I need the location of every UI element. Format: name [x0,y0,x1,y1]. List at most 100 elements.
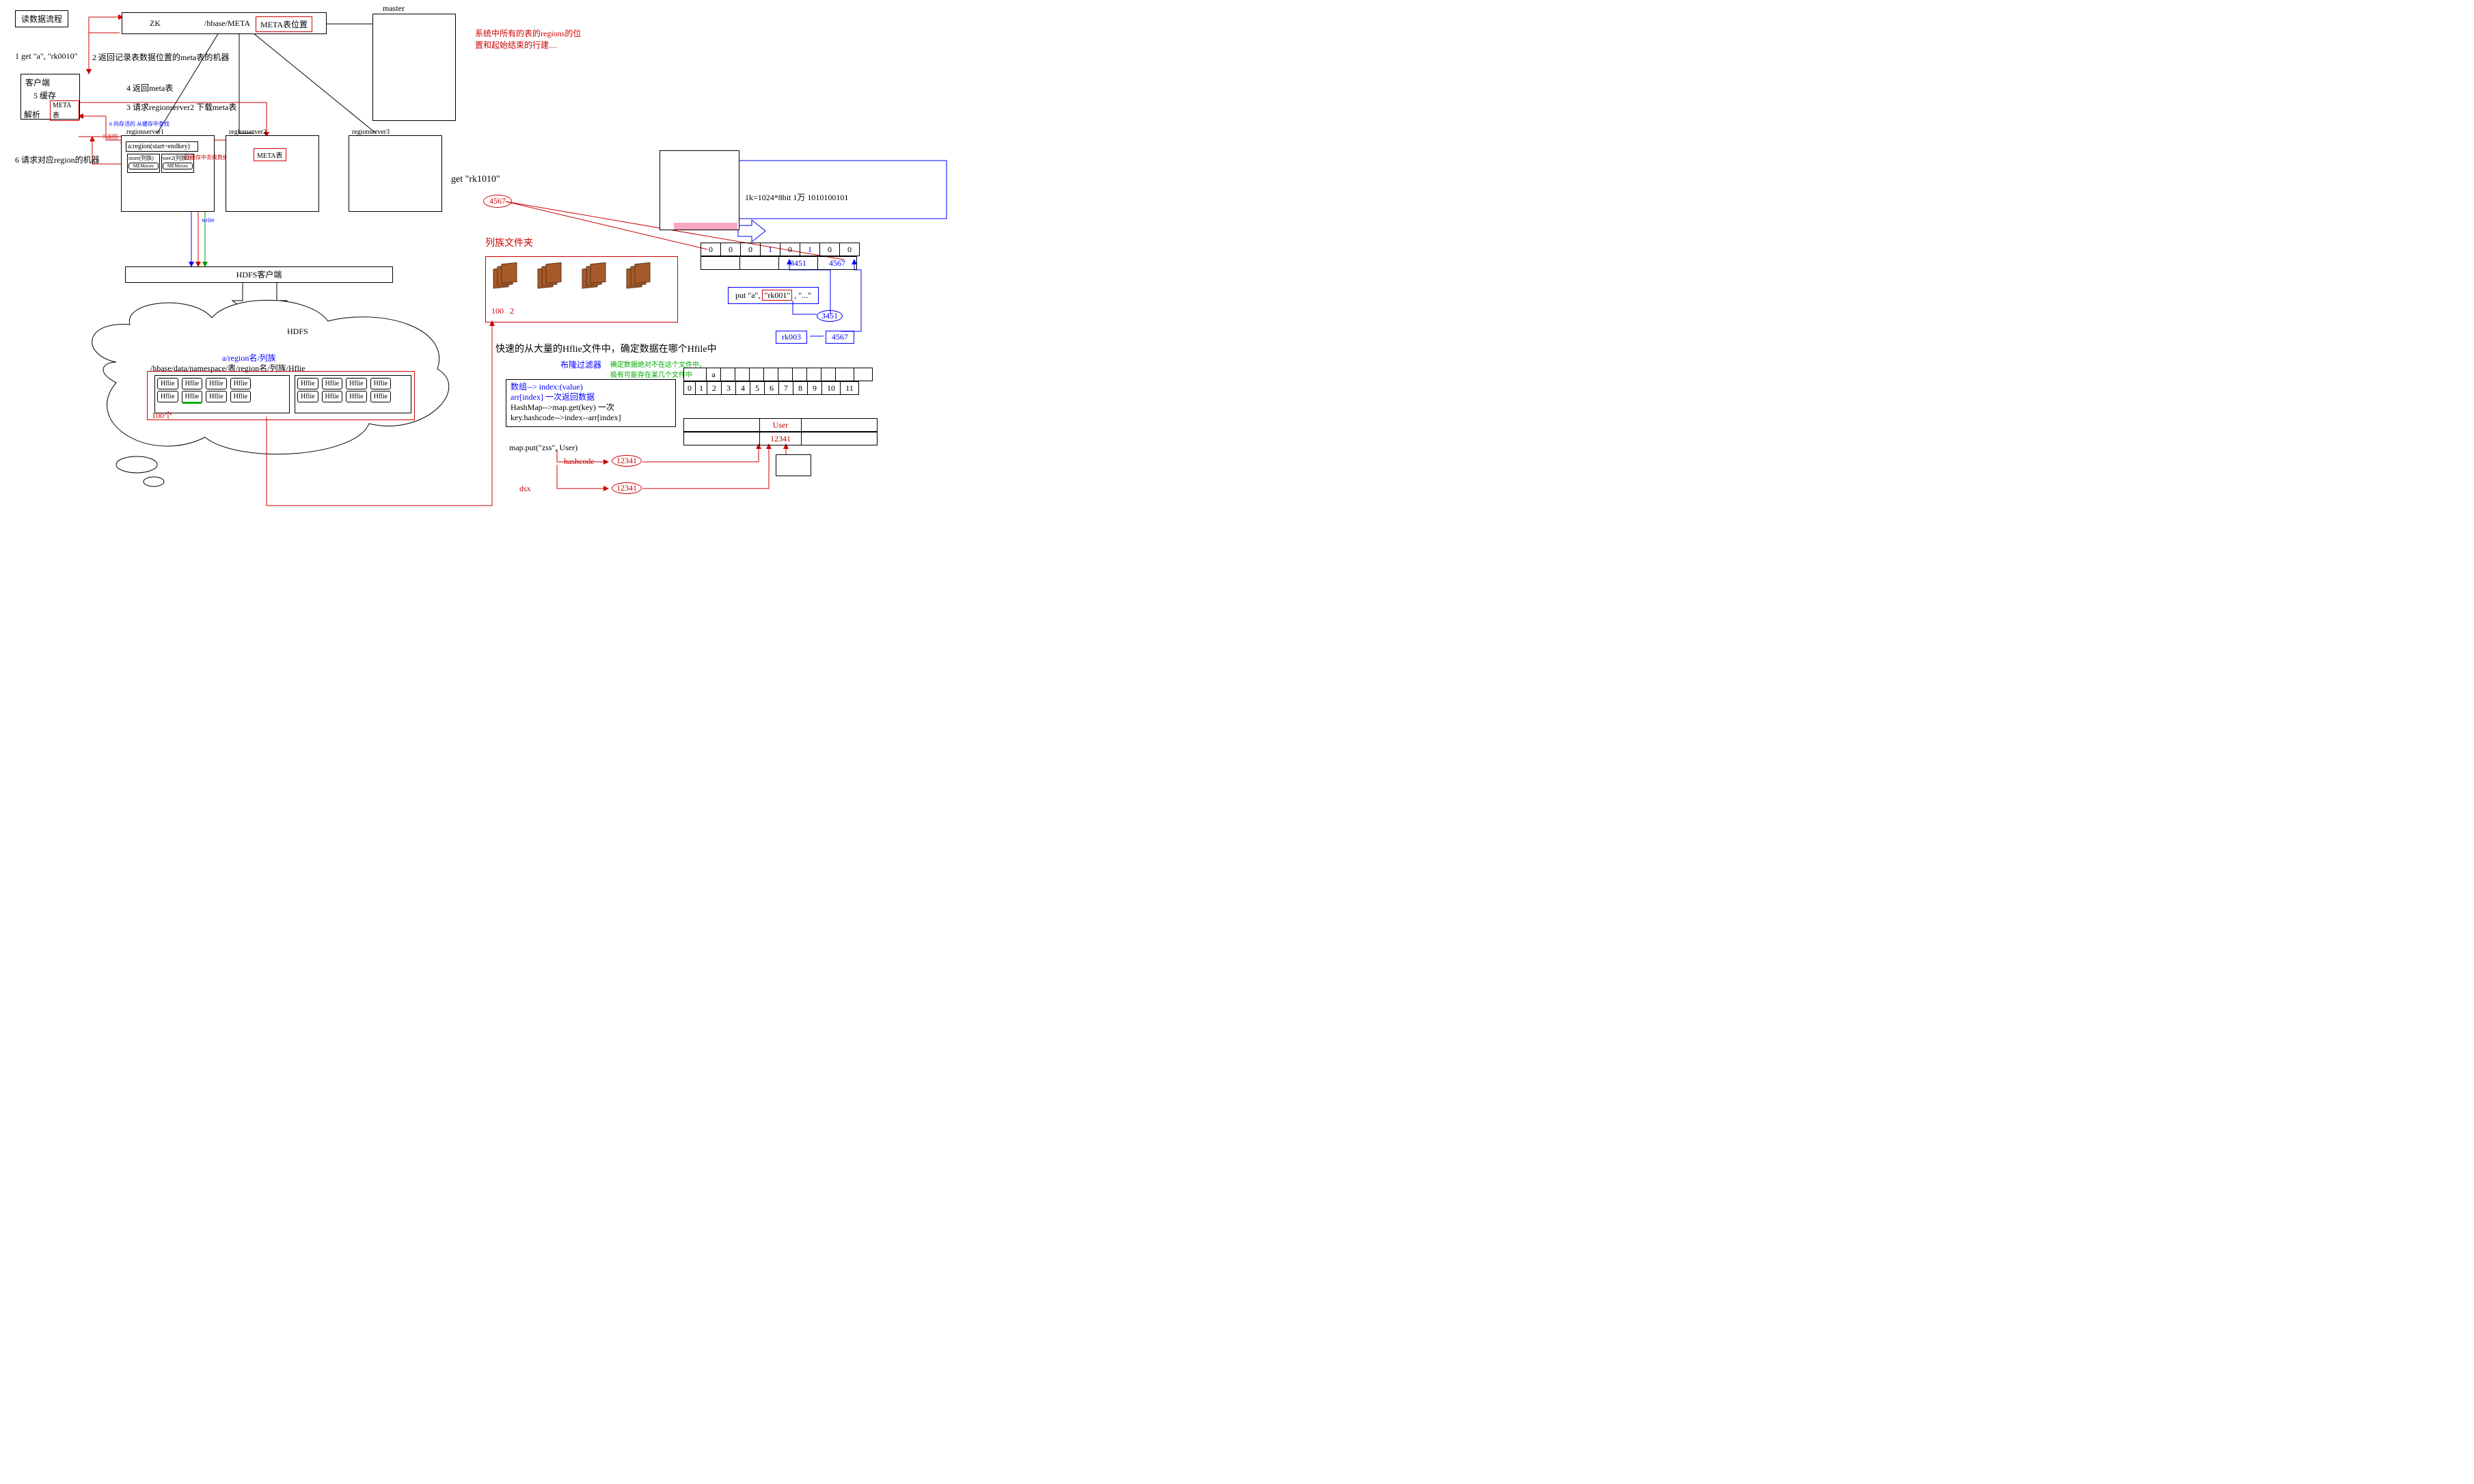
idx: 5 [750,381,765,395]
map-put: map.put("zss", User) [509,443,577,453]
put-box: put "a", "rk001" , "..." [728,287,819,304]
folder-2: 2 [510,306,514,316]
bit-cell: 0 [701,243,721,256]
idx: 4 [735,381,750,395]
hflie-item: Hflie [370,391,392,402]
grid-a: a [706,368,721,381]
hdfs-client-box: HDFS客户端 [125,266,393,283]
step2-label: 2 返回记录表数据位置的meta表的机器 [92,51,229,63]
ds-box: 数组--> index:(value) arr[index] 一次返回数据 Ha… [506,379,676,427]
rs1-mem1: MEMstore [128,163,159,169]
rs1-note2: 7 返回 [103,133,118,141]
bit-4567: 4567 [817,256,857,270]
zk-path: /hbase/META [204,18,250,29]
put-c: , "..." [794,290,811,300]
ellipse-3451: 3451 [817,310,843,322]
rs2-box: META表 [226,135,319,212]
bit-row2: 3451 4567 [701,256,859,270]
hflie-item: Hflie [370,378,392,389]
step1-label: 1 get "a", "rk0010" [15,51,78,61]
ds-l4: key.hashcode-->index--arr[index] [511,413,671,423]
idx: 7 [778,381,793,395]
step4-label: 4 返回meta表 [126,82,173,94]
zk-meta-button[interactable]: META表位置 [256,16,312,32]
step3-label: 3 请求regionserver2 下载meta表 [126,101,236,113]
rs1-store1: store(列族) MEMstore [127,154,160,173]
white-block [660,150,739,230]
client-meta: META表 [50,100,79,121]
index-grid: a 0 1 2 3 4 5 6 7 8 9 10 11 [683,368,872,395]
hflie-item: Hflie [206,391,227,402]
hflie-item: Hflie [346,378,367,389]
n4567-box: 4567 [826,331,854,344]
master-box [372,14,456,121]
bit-cell: 0 [720,243,741,256]
bit-cell: 0 [740,243,761,256]
idx: 0 [683,381,696,395]
idx: 10 [821,381,841,395]
client-cache: 5 缓存 [33,90,56,101]
zk-label: ZK [150,18,161,29]
bit-row1: 0 0 0 1 0 1 0 0 [701,243,859,256]
rs1-note3: 到缓存中去找数据 [185,154,228,161]
idx: 9 [807,381,822,395]
zk-box: ZK /hbase/META META表位置 [122,12,327,34]
idx: 2 [707,381,722,395]
client-title: 客户端 [25,77,50,88]
ellipse-4567: 4567 [483,195,512,208]
bit-cell: 0 [819,243,840,256]
hfile-left: Hflie Hflie Hflie Hflie Hflie Hflie Hfli… [154,375,290,413]
title-box: 读数据流程 [15,10,68,27]
bit-cell: 1 [800,243,820,256]
small-box [776,454,811,476]
step6-label: 6 请求对应region的机器 [15,154,100,165]
hflie-item: Hflie [230,391,252,402]
rs1-box: a:region(start~endkey) store(列族) MEMstor… [121,135,215,212]
client-box: 客户端 5 缓存 META表 解析 [21,74,80,120]
hflie-item: Hflie [322,378,343,389]
hashcode-12341-b: 12341 [612,482,642,494]
rs1-region: a:region(start~endkey) [126,141,198,152]
idx: 6 [764,381,779,395]
rs3-box [349,135,442,212]
hflie-item: Hflie [157,391,178,402]
rs1-note1: 6 向存活的 从缓存中查找 [109,120,169,128]
folder-title: 列族文件夹 [485,236,533,249]
put-a: put "a", [735,290,762,300]
hashcode-12341-a: 12341 [612,455,642,467]
hundred-label: 100个 [152,409,172,421]
hashcode-label: hashcode [564,456,595,467]
ds-l2: arr[index] 一次返回数据 [511,392,671,402]
idx: 3 [721,381,736,395]
idx: 11 [840,381,859,395]
rs1-store1-l: store(列族) [128,154,159,162]
bit-cell: 1 [760,243,780,256]
bloom-label: 布隆过滤器 [560,360,601,370]
folder-100: 100 [491,306,504,316]
rs2-meta: META表 [254,148,286,161]
client-parse: 解析 [24,109,40,120]
hflie-item: Hflie [346,391,367,402]
ds-l1: 数组--> index:(value) [511,382,671,392]
rs-write: write [202,217,215,223]
hflie-item: Hflie [322,391,343,402]
bit-cell: 0 [780,243,800,256]
user-val: 12341 [759,432,802,445]
bit-cell: 0 [839,243,860,256]
user-header: User [759,418,802,432]
rk003-box: rk003 [776,331,807,344]
bit-info: 1k=1024*8bit 1万 1010100101 [745,191,848,203]
master-label: master [383,3,405,14]
sys-note: 系统中所有的表的regions的位 置和起始结束的行建.... [475,27,581,51]
rs1-mem2: MEMstore [163,163,193,169]
idx: 1 [695,381,707,395]
folder-box: 100 2 [485,256,678,322]
hflie-item: Hflie [157,378,178,389]
ds-l3: HashMap-->map.get(key) 一次 [511,402,671,413]
dsx-label: dsx [519,484,531,494]
hflie-item: Hflie [230,378,252,389]
hflie-item-active: Hflie [182,391,203,404]
hflie-item: Hflie [297,391,318,402]
user-table: User 12341 [683,418,877,445]
idx: 8 [793,381,808,395]
